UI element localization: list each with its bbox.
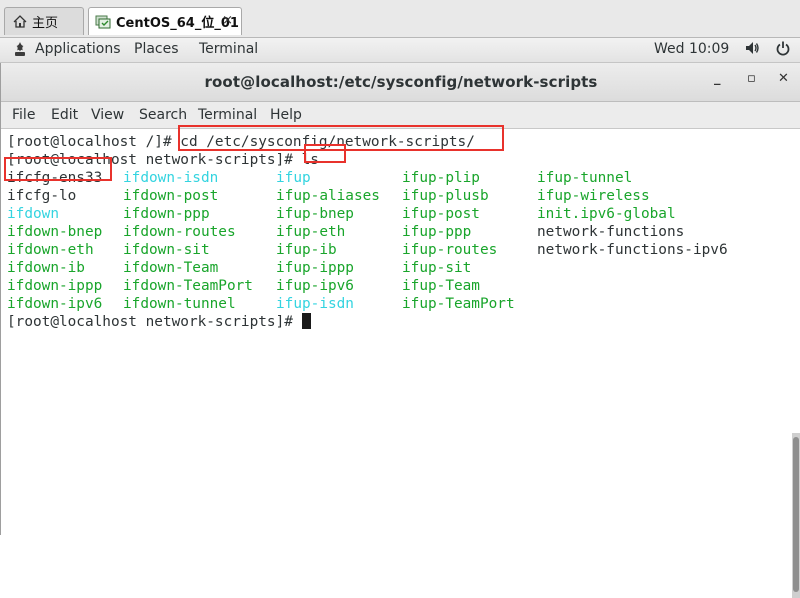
tab-vm-label: CentOS_64_位_01 [116, 16, 239, 31]
ls-entry: ifup-ippp [276, 260, 354, 276]
maximize-button[interactable]: ▫ [747, 71, 756, 86]
tab-home-label: 主页 [32, 16, 59, 31]
ls-entry: ifup-tunnel [537, 170, 633, 186]
text-cursor [301, 313, 311, 329]
ls-entry: ifup-routes [402, 242, 498, 258]
gnome-top-bar: Applications Places Terminal Wed 10:09 [0, 38, 800, 63]
ls-entry: ifdown-sit [123, 242, 210, 258]
terminal-app-menu[interactable]: Terminal [199, 41, 258, 57]
ls-entry: ifup-ipv6 [276, 278, 354, 294]
menu-search[interactable]: Search [139, 107, 187, 123]
ls-entry: ifup-plusb [402, 188, 489, 204]
ls-entry: ifup-plip [402, 170, 480, 186]
applications-menu[interactable]: Applications [12, 41, 121, 57]
ls-entry: init.ipv6-global [537, 206, 676, 222]
ls-entry: ifdown-ib [7, 260, 85, 276]
ls-entry: network-functions-ipv6 [537, 242, 728, 258]
tab-vm-centos[interactable]: CentOS_64_位_01 × [88, 7, 242, 35]
terminal-window: root@localhost:/etc/sysconfig/network-sc… [0, 63, 800, 598]
ls-entry: ifdown-tunnel [123, 296, 236, 312]
vm-tab-strip: 主页 CentOS_64_位_01 × [0, 0, 800, 38]
prompt: [root@localhost network-scripts]# [7, 314, 302, 330]
terminal-output[interactable]: [root@localhost /]# cd /etc/sysconfig/ne… [1, 125, 793, 535]
power-icon[interactable] [775, 40, 791, 60]
menu-edit[interactable]: Edit [51, 107, 78, 123]
ls-entry: ifdown-ipv6 [7, 296, 103, 312]
ls-entry: ifdown-eth [7, 242, 94, 258]
ls-entry: ifdown-ppp [123, 206, 210, 222]
ls-entry: ifup-isdn [276, 296, 354, 312]
menu-terminal[interactable]: Terminal [198, 107, 257, 123]
terminal-scrollbar[interactable] [792, 433, 800, 598]
ls-entry: ifup-ib [276, 242, 337, 258]
ls-entry: ifdown-post [123, 188, 219, 204]
tab-home[interactable]: 主页 [4, 7, 84, 35]
places-menu[interactable]: Places [134, 41, 179, 57]
ls-entry: ifup [276, 170, 311, 186]
vm-icon [95, 15, 111, 28]
menu-help[interactable]: Help [270, 107, 302, 123]
ls-entry: ifdown [7, 206, 59, 222]
applications-label: Applications [35, 41, 121, 57]
ls-entry: ifup-aliases [276, 188, 380, 204]
ls-entry: ifup-Team [402, 278, 480, 294]
menu-view[interactable]: View [91, 107, 124, 123]
ls-entry: ifdown-isdn [123, 170, 219, 186]
ls-entry: ifup-bnep [276, 206, 354, 222]
ls-entry: ifup-ppp [402, 224, 472, 240]
clock[interactable]: Wed 10:09 [654, 41, 729, 57]
ls-entry: ifcfg-lo [7, 188, 77, 204]
highlight-ifcfg-ens33 [4, 157, 112, 181]
ls-entry: ifup-wireless [537, 188, 650, 204]
prompt: [root@localhost /]# [7, 134, 181, 150]
home-icon [13, 15, 27, 28]
ls-entry: ifup-TeamPort [402, 296, 515, 312]
window-titlebar[interactable]: root@localhost:/etc/sysconfig/network-sc… [1, 63, 800, 102]
volume-icon[interactable] [744, 40, 760, 60]
ls-entry: ifdown-Team [123, 260, 219, 276]
scrollbar-thumb[interactable] [793, 437, 799, 592]
window-title: root@localhost:/etc/sysconfig/network-sc… [204, 73, 598, 91]
ls-entry: ifdown-TeamPort [123, 278, 253, 294]
ls-entry: ifup-post [402, 206, 480, 222]
ls-entry: ifdown-routes [123, 224, 236, 240]
applications-icon [15, 42, 25, 56]
ls-entry: ifdown-ippp [7, 278, 103, 294]
highlight-ls-command [304, 144, 346, 163]
ls-entry: ifdown-bnep [7, 224, 103, 240]
menu-file[interactable]: File [12, 107, 35, 123]
minimize-button[interactable]: _ [714, 71, 721, 86]
close-button[interactable]: ✕ [778, 71, 789, 86]
current-prompt-line: [root@localhost network-scripts]# [7, 313, 311, 331]
ls-entry: ifup-sit [402, 260, 472, 276]
tab-close-icon[interactable]: × [222, 13, 233, 28]
ls-entry: network-functions [537, 224, 685, 240]
ls-entry: ifup-eth [276, 224, 346, 240]
